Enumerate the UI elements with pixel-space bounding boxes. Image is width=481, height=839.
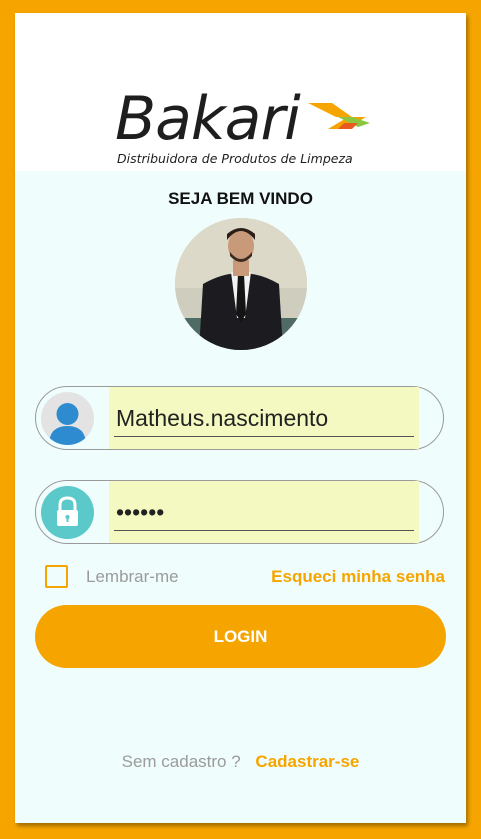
username-field[interactable] <box>35 386 444 450</box>
brand-tagline: Distribuidora de Produtos de Limpeza <box>117 151 353 166</box>
username-input[interactable] <box>114 401 414 437</box>
lock-icon <box>41 486 94 539</box>
remember-checkbox[interactable] <box>45 565 68 588</box>
user-photo <box>175 218 307 350</box>
signup-row: Sem cadastro ? Cadastrar-se <box>15 752 466 772</box>
welcome-title: SEJA BEM VINDO <box>168 189 313 208</box>
signup-question: Sem cadastro ? <box>121 752 241 771</box>
logo-header: Bakari Distribuidora de Produtos de Limp… <box>15 13 466 171</box>
login-button[interactable]: LOGIN <box>35 605 446 668</box>
profile-avatar <box>175 218 307 350</box>
password-input[interactable] <box>114 495 414 531</box>
login-screen: Bakari Distribuidora de Produtos de Limp… <box>15 13 466 823</box>
brand-logo-text: Bakari <box>115 84 301 154</box>
remember-label: Lembrar-me <box>86 567 179 586</box>
user-icon <box>41 392 94 445</box>
signup-link[interactable]: Cadastrar-se <box>255 752 359 771</box>
brand-arrow-icon <box>308 103 370 129</box>
forgot-password-link[interactable]: Esqueci minha senha <box>271 567 445 587</box>
password-field[interactable] <box>35 480 444 544</box>
